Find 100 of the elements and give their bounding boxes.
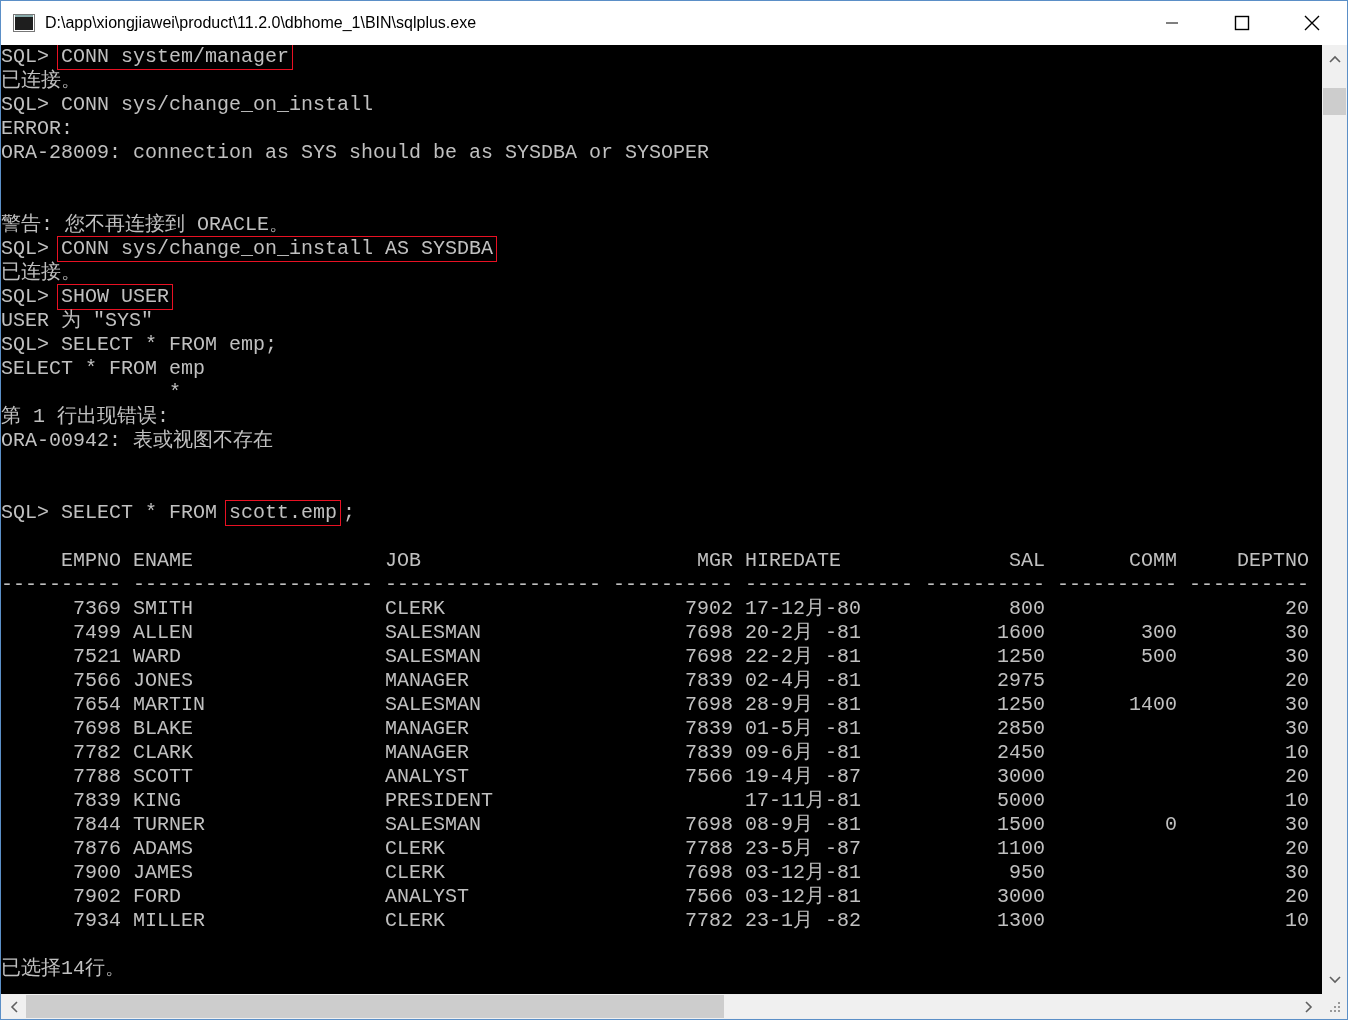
table-cell-text: MARTIN <box>133 693 206 717</box>
table-cell-text: JONES <box>133 669 194 693</box>
table-cell-text: 7698 <box>684 693 733 717</box>
table-cell-text: 01-5月 -81 <box>745 717 862 741</box>
table-cell-text: MANAGER <box>385 741 470 765</box>
table-cell-text: 1300 <box>996 909 1045 933</box>
table-cell-text: 500 <box>1140 645 1177 669</box>
table-cell-text: 1100 <box>996 837 1045 861</box>
highlighted-command: CONN sys/change_on_install AS SYSDBA <box>58 237 497 261</box>
console-text: SQL> <box>1 285 50 309</box>
table-cell-text: WARD <box>133 645 182 669</box>
table-cell-text: PRESIDENT <box>385 789 495 813</box>
console-text: 已连接。 <box>1 261 81 285</box>
table-cell-text: 7839 <box>72 789 121 813</box>
maximize-icon <box>1234 15 1250 31</box>
table-cell-text: 23-1月 -82 <box>745 909 862 933</box>
table-cell-text: 20 <box>1284 669 1309 693</box>
table-cell-text: 30 <box>1284 621 1309 645</box>
table-cell-text: 20-2月 -81 <box>745 621 862 645</box>
table-cell-text: CLERK <box>385 597 446 621</box>
table-cell-text: 7499 <box>72 621 121 645</box>
table-cell-text: 1400 <box>1128 693 1177 717</box>
table-cell-text: 30 <box>1284 813 1309 837</box>
header-underline: ---------- <box>925 573 1045 597</box>
console-text: ORA-28009: connection as SYS should be as SYSDBA or SYSOPER <box>1 141 710 165</box>
table-cell-text: 7900 <box>72 861 121 885</box>
console-text: 警告: 您不再连接到 ORACLE。 <box>1 213 290 237</box>
table-cell-text: 7566 <box>684 885 733 909</box>
header-underline: ---------- <box>613 573 733 597</box>
console-text: SQL> CONN sys/change_on_install <box>1 93 374 117</box>
column-header: ENAME <box>133 549 194 573</box>
table-cell-text: MANAGER <box>385 717 470 741</box>
table-cell-text: 7934 <box>72 909 121 933</box>
table-cell-text: 20 <box>1284 885 1309 909</box>
table-cell-text: 30 <box>1284 693 1309 717</box>
console-text: ORA-00942: 表或视图不存在 <box>1 429 274 453</box>
table-cell-text: 3000 <box>996 885 1045 909</box>
table-cell-text: 10 <box>1284 789 1309 813</box>
table-cell-text: ANALYST <box>385 885 470 909</box>
table-cell-text: SALESMAN <box>385 621 482 645</box>
table-cell-text: FORD <box>133 885 182 909</box>
table-cell-text: 30 <box>1284 861 1309 885</box>
table-cell-text: 7902 <box>684 597 733 621</box>
table-cell-text: 7902 <box>72 885 121 909</box>
column-header: COMM <box>1128 549 1177 573</box>
table-cell-text: SALESMAN <box>385 813 482 837</box>
table-cell-text: 5000 <box>996 789 1045 813</box>
column-header: HIREDATE <box>745 549 842 573</box>
table-cell-text: 1250 <box>996 693 1045 717</box>
table-cell-text: 17-11月-81 <box>745 789 862 813</box>
table-cell-text: 7698 <box>684 861 733 885</box>
table-cell-text: 30 <box>1284 717 1309 741</box>
table-cell-text: 28-9月 -81 <box>745 693 862 717</box>
table-cell-text: 7521 <box>72 645 121 669</box>
table-cell-text: 7876 <box>72 837 121 861</box>
table-cell-text: SALESMAN <box>385 645 482 669</box>
header-underline: -------------------- <box>133 573 373 597</box>
column-header: DEPTNO <box>1236 549 1309 573</box>
table-cell-text: 7844 <box>72 813 121 837</box>
table-cell-text: ALLEN <box>133 621 194 645</box>
table-cell-text: 0 <box>1164 813 1177 837</box>
table-cell-text: 09-6月 -81 <box>745 741 862 765</box>
highlighted-command: CONN system/manager <box>58 45 293 69</box>
table-cell-text: 03-12月-81 <box>745 861 862 885</box>
table-cell-text: SMITH <box>133 597 194 621</box>
column-header: EMPNO <box>60 549 121 573</box>
console-text: ; <box>343 501 356 525</box>
table-cell-text: 7782 <box>72 741 121 765</box>
console-text: 第 1 行出现错误: <box>1 405 169 429</box>
table-cell-text: 7654 <box>72 693 121 717</box>
header-underline: ---------- <box>1057 573 1177 597</box>
column-header: JOB <box>385 549 422 573</box>
table-cell-text: 2850 <box>996 717 1045 741</box>
table-cell-text: 22-2月 -81 <box>745 645 862 669</box>
table-cell-text: 300 <box>1140 621 1177 645</box>
table-cell-text: 23-5月 -87 <box>745 837 862 861</box>
console-text: SQL> <box>1 237 50 261</box>
table-cell-text: 7839 <box>684 717 733 741</box>
table-cell-text: 7788 <box>72 765 121 789</box>
table-cell-text: 10 <box>1284 741 1309 765</box>
table-cell-text: 08-9月 -81 <box>745 813 862 837</box>
table-cell-text: 7698 <box>684 621 733 645</box>
highlighted-command: SHOW USER <box>58 285 173 309</box>
console-text: 已选择14行。 <box>1 957 125 981</box>
close-icon <box>1304 15 1320 31</box>
column-header: SAL <box>1008 549 1045 573</box>
table-cell-text: 7839 <box>684 741 733 765</box>
console-app-icon <box>13 14 35 32</box>
resize-grip-icon[interactable] <box>1329 1000 1341 1013</box>
header-underline: ------------------ <box>385 573 601 597</box>
table-cell-text: CLERK <box>385 861 446 885</box>
table-cell-text: 7788 <box>684 837 733 861</box>
console-text: SQL> SELECT * FROM <box>1 501 219 525</box>
table-cell-text: BLAKE <box>133 717 194 741</box>
table-cell-text: 3000 <box>996 765 1045 789</box>
console-text: * <box>168 381 182 405</box>
table-cell-text: CLARK <box>133 741 194 765</box>
table-cell-text: MANAGER <box>385 669 470 693</box>
table-cell-text: 7369 <box>72 597 121 621</box>
table-cell-text: 7566 <box>684 765 733 789</box>
